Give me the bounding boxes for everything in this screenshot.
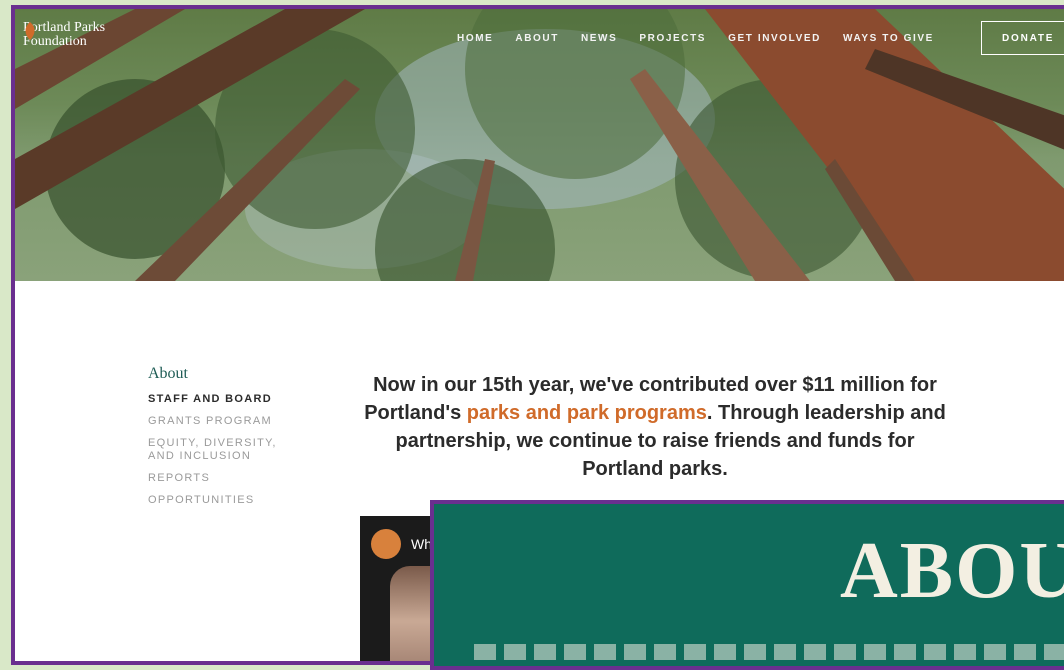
donate-button[interactable]: DONATE xyxy=(981,21,1064,55)
leaf-icon xyxy=(25,22,35,40)
intro-link-parks[interactable]: parks and park programs xyxy=(467,402,707,424)
nav-about[interactable]: ABOUT xyxy=(515,33,559,44)
nav-news[interactable]: NEWS xyxy=(581,33,617,44)
sidebar: About STAFF AND BOARD GRANTS PROGRAM EQU… xyxy=(148,365,277,516)
sidebar-item-opportunities[interactable]: OPPORTUNITIES xyxy=(148,494,277,507)
main-nav: HOME ABOUT NEWS PROJECTS GET INVOLVED WA… xyxy=(457,33,956,44)
sidebar-item-staff-and-board[interactable]: STAFF AND BOARD xyxy=(148,393,277,406)
logo[interactable]: Portland Parks Foundation xyxy=(23,21,105,49)
about-panel: ABOU xyxy=(430,500,1064,670)
nav-projects[interactable]: PROJECTS xyxy=(639,33,706,44)
about-heading: ABOU xyxy=(840,527,1064,615)
intro-text: Now in our 15th year, we've contributed … xyxy=(355,371,955,483)
hero-image: Portland Parks Foundation HOME ABOUT NEW… xyxy=(15,9,1064,281)
channel-avatar xyxy=(371,529,401,559)
forest-canopy-image xyxy=(15,9,1064,281)
nav-ways-to-give[interactable]: WAYS TO GIVE xyxy=(843,33,934,44)
sidebar-item-grants-program[interactable]: GRANTS PROGRAM xyxy=(148,415,277,428)
nav-get-involved[interactable]: GET INVOLVED xyxy=(728,33,821,44)
sidebar-item-reports[interactable]: REPORTS xyxy=(148,472,277,485)
sidebar-item-equity[interactable]: EQUITY, DIVERSITY, xyxy=(148,437,277,450)
about-subtext-cropped xyxy=(474,644,1064,660)
sidebar-item-equity-line-2[interactable]: AND INCLUSION xyxy=(148,450,277,463)
sidebar-title[interactable]: About xyxy=(148,365,277,383)
nav-home[interactable]: HOME xyxy=(457,33,493,44)
